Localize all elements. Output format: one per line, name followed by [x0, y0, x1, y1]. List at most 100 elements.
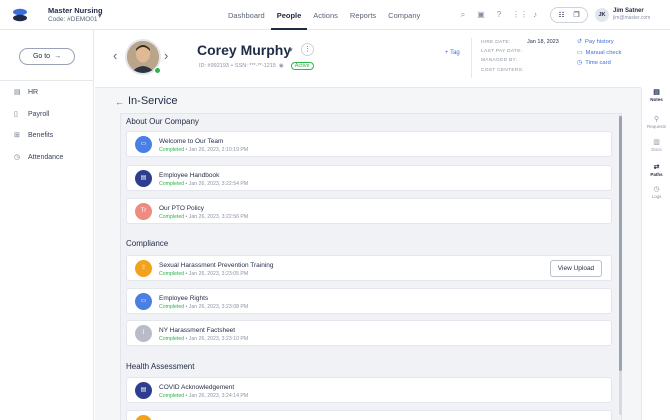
item-title: Our PTO Policy — [159, 205, 205, 212]
eye-icon[interactable]: ◉ — [279, 63, 284, 69]
list-item[interactable]: ⌇ NY Harassment Factsheet Completed • Ja… — [126, 320, 612, 346]
rail-logs[interactable]: ◷ Logs — [642, 185, 670, 199]
last-pay-date-label: LAST PAY DATE: — [481, 49, 523, 54]
document-icon: ▯ — [14, 111, 18, 118]
help-icon[interactable]: ? — [494, 10, 504, 20]
back-arrow-icon[interactable]: ← — [115, 97, 124, 107]
history-icon: ↺ — [577, 39, 583, 45]
item-title: Welcome to Our Team — [159, 138, 224, 145]
check-icon: ▭ — [577, 50, 583, 56]
document-icon: ▤ — [135, 170, 152, 187]
top-icon-group: ⌕ ▣ ? ⋮⋮ ♪ — [458, 10, 548, 20]
org-name[interactable]: Master Nursing — [48, 6, 103, 15]
nav-people[interactable]: People — [270, 0, 308, 30]
main-content: ← In-Service About Our Company ▭ Welcome… — [95, 88, 641, 420]
rail-docs[interactable]: ▥ Docs — [642, 138, 670, 152]
user-name[interactable]: Jim Satner — [613, 8, 644, 14]
search-icon[interactable]: ⌕ — [458, 10, 468, 20]
item-title: Sexual Harassment Prevention Training — [159, 262, 274, 269]
sidebar-item-payroll[interactable]: ▯ Payroll — [14, 110, 49, 119]
user-avatar[interactable]: JK — [595, 8, 609, 22]
item-status: Completed • Jan 26, 2023, 3:23:08 PM — [159, 304, 249, 310]
online-status-dot — [154, 67, 161, 74]
employee-id: ID: #992193 — [199, 63, 229, 69]
page-title: In-Service — [128, 95, 178, 107]
employee-menu-chevron-icon[interactable]: ▾ — [289, 46, 293, 54]
goto-button[interactable]: Go to → — [19, 48, 75, 65]
cost-centers-label: COST CENTERS: — [481, 68, 524, 73]
pay-history-label: Pay history — [585, 38, 614, 45]
paths-icon: ⇄ — [653, 164, 660, 171]
scrollbar-thumb[interactable] — [619, 116, 622, 371]
sidebar-item-label: HR — [28, 88, 39, 96]
pay-history-link[interactable]: ↺ Pay history — [577, 38, 614, 46]
rail-requests[interactable]: ⚲ Requests — [642, 115, 670, 129]
add-tag-link[interactable]: + Tag — [445, 50, 460, 56]
list-item[interactable]: ⇧ — [126, 410, 612, 420]
more-options-icon[interactable]: ⋮ — [301, 43, 314, 56]
id-card-icon: ▤ — [14, 89, 21, 96]
time-card-link[interactable]: ◷ Time card — [577, 59, 611, 67]
app-logo-icon[interactable] — [12, 8, 28, 22]
requests-icon: ⚲ — [653, 116, 660, 123]
hire-date-value: Jan 18, 2023 — [527, 39, 559, 45]
logs-icon: ◷ — [653, 186, 660, 193]
rail-label: Logs — [651, 194, 662, 199]
list-item[interactable]: ▭ Welcome to Our Team Completed • Jan 26… — [126, 131, 612, 157]
sidebar-divider — [0, 80, 94, 81]
video-icon: ▭ — [135, 136, 152, 153]
apps-icon[interactable]: ⋮⋮ — [512, 10, 528, 20]
left-sidebar: Go to → ▤ HR ▯ Payroll ⊞ Benefits ◷ Atte… — [0, 30, 94, 420]
list-item[interactable]: Tr Our PTO Policy Completed • Jan 26, 20… — [126, 198, 612, 224]
list-item[interactable]: ▤ COVID Acknowledgement Completed • Jan … — [126, 377, 612, 403]
employee-ssn: SSN: ***-**-1215 — [234, 63, 276, 69]
rail-paths[interactable]: ⇄ Paths — [642, 163, 670, 177]
meta-separator: • — [230, 63, 233, 69]
employee-meta: ID: #992193 • SSN: ***-**-1215 ◉ Active — [199, 62, 314, 70]
rail-notes[interactable]: ▤ Notes — [642, 88, 670, 102]
video-icon: ▭ — [135, 293, 152, 310]
item-status: Completed • Jan 26, 2023, 3:22:54 PM — [159, 181, 249, 187]
sidebar-item-benefits[interactable]: ⊞ Benefits — [14, 131, 53, 140]
nav-company[interactable]: Company — [382, 0, 426, 30]
item-title: COVID Acknowledgement — [159, 384, 235, 391]
view-upload-button[interactable]: View Upload — [550, 260, 602, 277]
previous-employee-icon[interactable]: ‹ — [113, 48, 117, 63]
list-item[interactable]: ▭ Employee Rights Completed • Jan 26, 20… — [126, 288, 612, 314]
top-navigation-bar: Master Nursing Code: #DEMO01 ▾ Dashboard… — [0, 0, 670, 30]
text-icon: Tr — [135, 203, 152, 220]
next-employee-icon[interactable]: › — [164, 48, 168, 63]
item-status: Completed • Jan 26, 2023, 3:23:05 PM — [159, 271, 249, 277]
rail-label: Docs — [651, 147, 662, 152]
quick-action-toggle[interactable]: ☷ ❐ — [550, 7, 588, 23]
info-divider — [471, 38, 472, 78]
bell-icon[interactable]: ♪ — [530, 10, 540, 20]
calendar-icon[interactable]: ▣ — [476, 10, 486, 20]
clock-icon: ◷ — [14, 154, 21, 161]
nav-reports[interactable]: Reports — [344, 0, 382, 30]
sidebar-item-hr[interactable]: ▤ HR — [14, 88, 39, 97]
time-card-label: Time card — [585, 59, 611, 66]
goto-label: Go to — [32, 53, 51, 60]
gift-icon: ⊞ — [14, 132, 20, 139]
item-status: Completed • Jan 26, 2023, 3:22:56 PM — [159, 214, 249, 220]
list-item[interactable]: ⇧ Sexual Harassment Prevention Training … — [126, 255, 612, 281]
list-item[interactable]: ▤ Employee Handbook Completed • Jan 26, … — [126, 165, 612, 191]
sidebar-item-attendance[interactable]: ◷ Attendance — [14, 153, 63, 162]
org-code: Code: #DEMO01 — [48, 16, 98, 23]
item-title: NY Harassment Factsheet — [159, 327, 236, 334]
nav-actions[interactable]: Actions — [307, 0, 344, 30]
upload-icon: ⇧ — [135, 260, 152, 277]
copy-icon[interactable]: ❐ — [573, 11, 579, 19]
nav-dashboard[interactable]: Dashboard — [222, 0, 271, 30]
sliders-icon[interactable]: ☷ — [558, 11, 564, 19]
section-title: About Our Company — [126, 117, 199, 126]
org-switch-chevron-icon[interactable]: ▾ — [98, 12, 102, 20]
rail-label: Notes — [650, 97, 663, 102]
item-status: Completed • Jan 26, 2023, 3:24:14 PM — [159, 393, 249, 399]
item-status: Completed • Jan 26, 2023, 2:10:19 PM — [159, 147, 249, 153]
main-nav: Dashboard People Actions Reports Company — [222, 0, 426, 30]
manual-check-link[interactable]: ▭ Manual check — [577, 49, 621, 57]
docs-icon: ▥ — [653, 139, 660, 146]
user-email: jim@master.com — [613, 15, 651, 21]
